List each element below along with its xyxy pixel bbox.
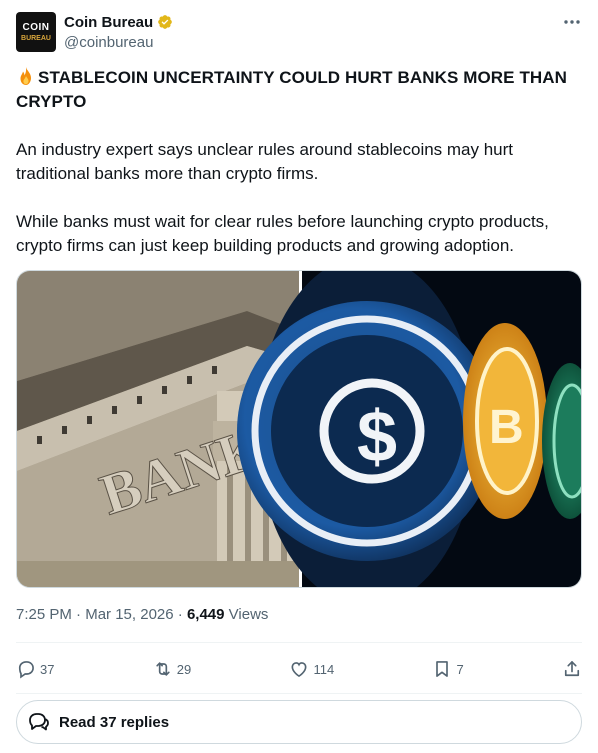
verified-icon	[158, 15, 173, 29]
like-count: 114	[313, 661, 335, 677]
repost-icon	[156, 662, 170, 676]
reply-button[interactable]: 37	[16, 659, 54, 679]
post-time[interactable]: 7:25 PM	[16, 606, 72, 623]
display-name[interactable]: Coin Bureau	[64, 14, 153, 31]
post-paragraph-1: An industry expert says unclear rules ar…	[16, 140, 514, 183]
share-icon	[564, 661, 580, 677]
reply-count: 37	[40, 661, 55, 677]
views-label: Views	[228, 606, 269, 623]
post-paragraph-2: While banks must wait for clear rules be…	[16, 212, 549, 255]
reply-icon	[18, 661, 34, 679]
post-body: An industry expert says unclear rules ar…	[16, 138, 582, 258]
post-title-text: STABLECOIN UNCERTAINTY COULD HURT BANKS …	[16, 68, 568, 111]
action-bar: 37 29 114 7	[16, 655, 582, 683]
views-count: 6,449	[186, 606, 225, 623]
svg-text:B: B	[489, 401, 524, 454]
handle[interactable]: @coinbureau	[64, 34, 173, 51]
post-title: STABLECOIN UNCERTAINTY COULD HURT BANKS …	[16, 66, 576, 114]
avatar[interactable]: COIN BUREAU	[16, 12, 56, 52]
fire-icon	[20, 67, 31, 85]
read-replies-label: Read 37 replies	[59, 713, 170, 731]
share-button[interactable]	[562, 659, 582, 679]
read-replies-button[interactable]: Read 37 replies	[16, 700, 582, 744]
avatar-line-1: COIN	[22, 21, 50, 33]
avatar-line-2: BUREAU	[21, 34, 51, 42]
svg-text:$: $	[357, 397, 397, 477]
like-icon	[291, 662, 307, 678]
post-date[interactable]: Mar 15, 2026	[85, 606, 173, 623]
repost-button[interactable]: 29	[153, 659, 191, 679]
repost-count: 29	[176, 661, 192, 677]
speech-bubbles-icon	[29, 713, 49, 731]
divider	[16, 642, 582, 643]
more-icon[interactable]	[562, 14, 582, 34]
post-image[interactable]: BANK $ B	[16, 270, 582, 588]
author-names: Coin Bureau @coinbureau	[64, 12, 173, 51]
like-button[interactable]: 114	[289, 659, 334, 679]
bookmark-count: 7	[456, 661, 464, 677]
post-header: COIN BUREAU Coin Bureau @coinbureau	[16, 12, 582, 56]
post-meta: 7:25 PM · Mar 15, 2026 · 6,449 Views	[16, 606, 269, 623]
bank-crypto-image: BANK $ B	[17, 271, 581, 587]
divider	[16, 693, 582, 694]
bookmark-icon	[436, 661, 449, 677]
bookmark-button[interactable]: 7	[432, 659, 464, 679]
